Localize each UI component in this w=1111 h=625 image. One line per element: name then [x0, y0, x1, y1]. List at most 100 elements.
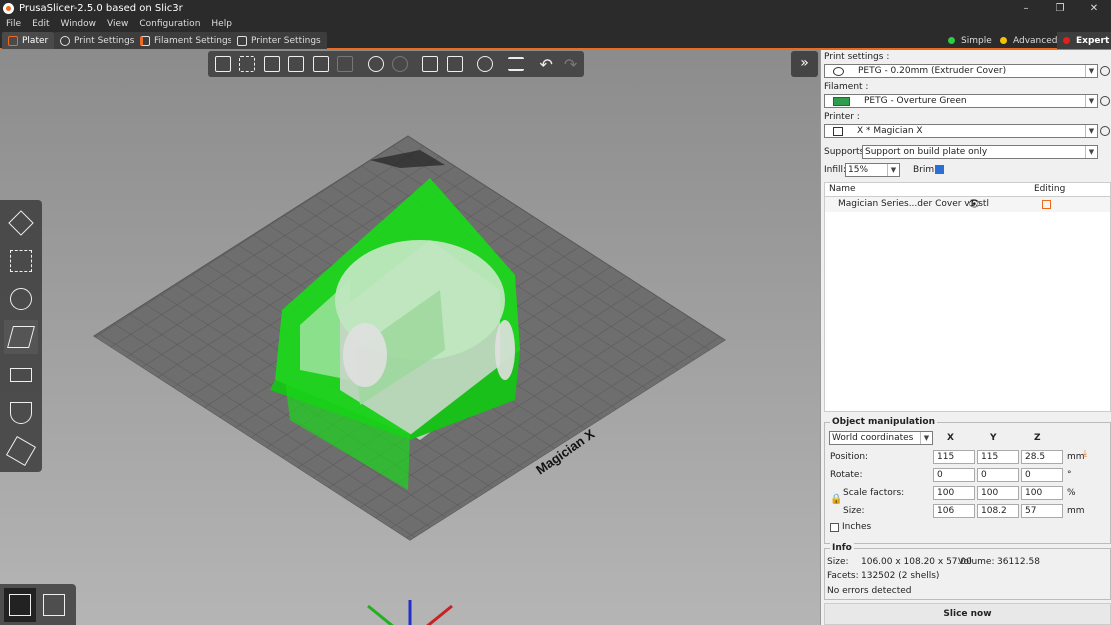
printer-combo[interactable]: X * Magician X ▼ [824, 124, 1098, 138]
infill-combo[interactable]: 15% ▼ [845, 163, 900, 177]
printer-value: X * Magician X [857, 126, 923, 136]
move-tool[interactable] [4, 206, 38, 240]
filament-color-swatch[interactable] [833, 96, 850, 106]
minimize-button[interactable]: – [1009, 0, 1043, 17]
gizmo-toolbar [0, 200, 42, 472]
place-on-face-tool[interactable] [4, 320, 38, 354]
col-editing-header[interactable]: Editing [1034, 184, 1065, 194]
edit-settings-icon[interactable] [1042, 200, 1051, 209]
brim-checkbox[interactable] [935, 165, 944, 174]
3d-viewport[interactable]: Magician X [0, 50, 820, 625]
printer-icon [237, 35, 247, 46]
tab-plater[interactable]: Plater [2, 32, 55, 49]
size-y-field[interactable]: 108.2 [977, 504, 1019, 518]
add-instance-button[interactable] [365, 53, 387, 75]
tab-filament-settings[interactable]: Filament Settings [134, 32, 239, 49]
size-x-field[interactable]: 106 [933, 504, 975, 518]
position-z-field[interactable]: 28.5 [1021, 450, 1063, 464]
info-volume-value: 36112.58 [997, 557, 1040, 567]
inches-checkbox[interactable] [830, 523, 839, 532]
collapse-sidebar-button[interactable]: » [791, 51, 818, 77]
copy-button[interactable] [310, 53, 332, 75]
info-panel: Info Size: 106.00 x 108.20 x 57.00 Volum… [824, 543, 1111, 600]
search-button[interactable] [474, 53, 496, 75]
eye-icon[interactable]: 👁 [968, 199, 981, 210]
preview-layers-icon [43, 593, 65, 616]
coordinate-system-combo[interactable]: World coordinates ▼ [829, 431, 933, 445]
rotate-label: Rotate: [830, 470, 863, 480]
menu-view[interactable]: View [107, 19, 128, 29]
scale-x-field[interactable]: 100 [933, 486, 975, 500]
printer-cog-icon[interactable] [1100, 126, 1110, 136]
menu-file[interactable]: File [6, 19, 21, 29]
supports-value: Support on build plate only [865, 147, 988, 157]
view-cube-tool[interactable] [4, 434, 38, 468]
remove-instance-button[interactable] [389, 53, 411, 75]
mode-simple-label: Simple [961, 35, 992, 46]
title-bar: PrusaSlicer-2.5.0 based on Slic3r – ❐ ✕ [0, 0, 1111, 17]
position-x-field[interactable]: 115 [933, 450, 975, 464]
undo-button[interactable]: ↶ [535, 53, 557, 75]
printer-icon [833, 126, 843, 136]
split-objects-icon [422, 56, 439, 72]
filament-combo[interactable]: PETG - Overture Green ▼ [824, 94, 1098, 108]
menu-configuration[interactable]: Configuration [139, 19, 200, 29]
info-errors: No errors detected [827, 586, 912, 596]
lock-icon[interactable]: 🔒 [830, 494, 842, 505]
menu-window[interactable]: Window [61, 19, 97, 29]
menu-help[interactable]: Help [211, 19, 232, 29]
col-name-header[interactable]: Name [829, 184, 856, 194]
cut-tool[interactable] [4, 358, 38, 392]
plater-icon [8, 35, 18, 46]
layer-editing-button[interactable] [505, 53, 527, 75]
drop-to-bed-icon[interactable]: ⤓ [1083, 449, 1087, 459]
supports-combo[interactable]: Support on build plate only ▼ [862, 145, 1098, 159]
rotate-z-field[interactable]: 0 [1021, 468, 1063, 482]
info-facets-value: 132502 (2 shells) [861, 571, 940, 581]
delete-button[interactable] [236, 53, 258, 75]
gear-icon [60, 35, 70, 46]
rotate-y-field[interactable]: 0 [977, 468, 1019, 482]
table-row[interactable]: Magician Series...der Cover v1.stl 👁 [825, 197, 1110, 212]
scale-y-field[interactable]: 100 [977, 486, 1019, 500]
paint-supports-tool[interactable] [4, 396, 38, 430]
arrange-button[interactable] [285, 53, 307, 75]
slice-now-button[interactable]: Slice now [824, 603, 1111, 625]
mode-expert[interactable]: Expert [1057, 32, 1111, 49]
3d-view-icon [9, 593, 31, 616]
scale-tool[interactable] [4, 244, 38, 278]
tab-filament-settings-label: Filament Settings [154, 35, 233, 46]
close-button[interactable]: ✕ [1077, 0, 1111, 17]
preview-button[interactable] [38, 588, 70, 622]
position-label: Position: [830, 452, 869, 462]
position-y-field[interactable]: 115 [977, 450, 1019, 464]
redo-button[interactable]: ↷ [560, 53, 582, 75]
rotate-tool[interactable] [4, 282, 38, 316]
maximize-button[interactable]: ❐ [1043, 0, 1077, 17]
tab-printer-settings[interactable]: Printer Settings [231, 32, 327, 49]
mode-advanced[interactable]: Advanced [994, 32, 1063, 49]
delete-all-button[interactable] [261, 53, 283, 75]
split-parts-button[interactable] [444, 53, 466, 75]
size-unit: mm [1067, 506, 1085, 516]
print-settings-cog-icon[interactable] [1100, 66, 1110, 76]
rotate-icon [10, 288, 32, 310]
object-manipulation-title: Object manipulation [830, 417, 937, 427]
mode-simple[interactable]: Simple [942, 32, 998, 49]
3d-view-button[interactable] [4, 587, 36, 622]
paste-button[interactable] [334, 53, 356, 75]
filament-spool-icon [140, 35, 150, 46]
tab-print-settings[interactable]: Print Settings [54, 32, 141, 49]
info-facets-label: Facets: [827, 571, 859, 581]
add-button[interactable] [212, 53, 234, 75]
filament-cog-icon[interactable] [1100, 96, 1110, 106]
size-z-field[interactable]: 57 [1021, 504, 1063, 518]
print-settings-combo[interactable]: PETG - 0.20mm (Extruder Cover) ▼ [824, 64, 1098, 78]
menu-edit[interactable]: Edit [32, 19, 49, 29]
plus-icon [367, 56, 384, 72]
split-objects-button[interactable] [419, 53, 441, 75]
scale-z-field[interactable]: 100 [1021, 486, 1063, 500]
rotate-x-field[interactable]: 0 [933, 468, 975, 482]
chevron-down-icon: ▼ [887, 164, 899, 176]
chevron-down-icon: ▼ [1085, 146, 1097, 158]
